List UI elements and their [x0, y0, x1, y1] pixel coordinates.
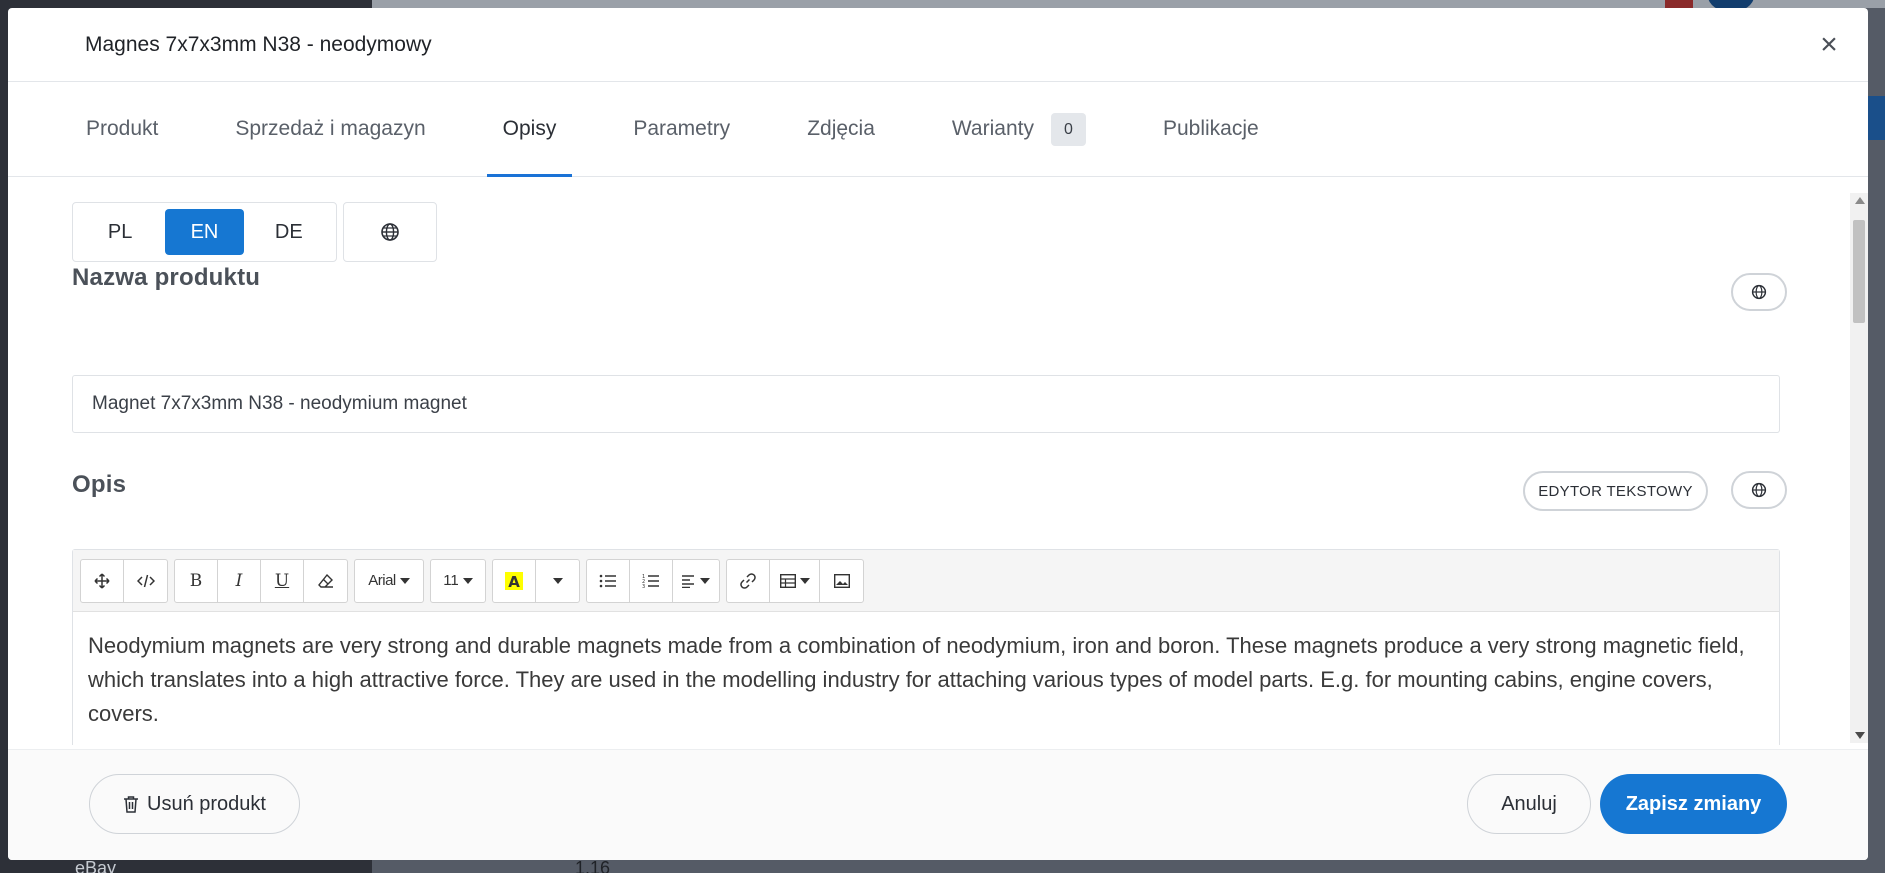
move-button[interactable] — [81, 559, 124, 602]
scroll-up-arrow-icon[interactable] — [1855, 197, 1865, 204]
save-changes-button[interactable]: Zapisz zmiany — [1600, 774, 1787, 834]
chevron-down-icon — [399, 577, 410, 584]
modal-footer: Usuń produkt Anuluj Zapisz zmiany — [8, 749, 1868, 860]
tab-label: Produkt — [86, 117, 159, 140]
tab-label: Warianty — [951, 117, 1034, 140]
color-dropdown-button[interactable] — [536, 560, 579, 602]
editor-toolbar: B I U Arial 11 A 1 2 3 — [73, 550, 1779, 612]
numbered-list-button[interactable]: 123 — [630, 559, 673, 602]
text-color-icon: A — [505, 571, 523, 590]
tab-zdjecia[interactable]: Zdjęcia — [791, 82, 891, 176]
modal-title: Magnes 7x7x3mm N38 - neodymowy — [85, 32, 432, 56]
link-button[interactable] — [727, 559, 770, 602]
underline-icon: U — [274, 570, 290, 591]
toolbar-group-paragraph: 123 — [586, 558, 720, 603]
description-text[interactable]: Neodymium magnets are very strong and du… — [73, 612, 1779, 745]
modal-header: Magnes 7x7x3mm N38 - neodymowy × — [8, 8, 1868, 82]
font-family-dropdown[interactable]: Arial — [355, 560, 423, 602]
lang-button-en[interactable]: EN — [165, 209, 244, 255]
language-switcher: PL EN DE — [72, 202, 337, 262]
toolbar-group-size: 11 — [430, 558, 486, 603]
description-heading: Opis — [72, 471, 127, 498]
lang-button-pl[interactable]: PL — [81, 209, 159, 255]
tab-bar: Produkt Sprzedaż i magazyn Opisy Paramet… — [8, 82, 1868, 177]
code-icon — [136, 574, 155, 587]
toolbar-group-font: Arial — [354, 558, 424, 603]
underline-button[interactable]: U — [261, 559, 304, 602]
tab-label: Zdjęcia — [807, 117, 875, 140]
tab-produkt[interactable]: Produkt — [70, 82, 174, 176]
toolbar-group-view — [80, 558, 168, 603]
italic-icon: I — [235, 570, 243, 591]
tab-opisy[interactable]: Opisy — [486, 82, 573, 177]
bold-button[interactable]: B — [175, 559, 218, 602]
bold-icon: B — [189, 570, 203, 591]
descriptions-panel: PL EN DE Nazwa produktu Opis EDYTOR TEKS… — [8, 178, 1848, 745]
cancel-button[interactable]: Anuluj — [1467, 774, 1591, 834]
backdrop-blue-button — [1865, 96, 1885, 140]
description-translate-button[interactable] — [1731, 471, 1787, 509]
all-languages-button[interactable] — [343, 202, 437, 262]
link-icon — [740, 572, 756, 589]
lang-button-de[interactable]: DE — [250, 209, 328, 255]
chevron-down-icon — [700, 577, 710, 584]
align-left-icon — [682, 574, 694, 588]
trash-icon — [124, 796, 139, 813]
chevron-down-icon — [552, 577, 563, 584]
italic-button[interactable]: I — [218, 559, 261, 602]
table-icon — [779, 573, 796, 588]
font-family-value: Arial — [368, 572, 396, 589]
bullet-list-icon — [599, 574, 616, 587]
delete-product-label: Usuń produkt — [147, 792, 266, 815]
close-button[interactable]: × — [1816, 28, 1842, 61]
scroll-thumb[interactable] — [1853, 220, 1865, 323]
tab-label: Parametry — [633, 117, 731, 140]
numbered-list-icon: 123 — [642, 574, 659, 589]
move-icon — [94, 572, 110, 589]
bullet-list-button[interactable] — [587, 559, 630, 602]
svg-text:A: A — [508, 573, 520, 590]
scroll-down-arrow-icon[interactable] — [1855, 732, 1865, 739]
tab-publikacje[interactable]: Publikacje — [1147, 82, 1275, 176]
product-name-heading: Nazwa produktu — [72, 264, 261, 291]
image-icon — [833, 573, 850, 588]
code-view-button[interactable] — [124, 560, 167, 602]
product-edit-modal: Magnes 7x7x3mm N38 - neodymowy × Produkt… — [8, 8, 1868, 860]
content-scrollbar[interactable] — [1850, 193, 1868, 743]
chevron-down-icon — [799, 577, 810, 584]
backdrop-bottom-left-text: eBay — [75, 858, 117, 873]
table-dropdown[interactable] — [770, 559, 820, 602]
toolbar-group-insert — [726, 558, 864, 603]
highlight-color-button[interactable]: A — [493, 559, 536, 602]
toolbar-group-format: B I U — [174, 558, 348, 603]
product-name-input[interactable] — [72, 375, 1780, 433]
globe-icon — [1751, 284, 1767, 300]
globe-icon — [1751, 482, 1767, 498]
product-name-translate-button[interactable] — [1731, 273, 1787, 311]
font-size-dropdown[interactable]: 11 — [431, 560, 485, 602]
rich-text-editor: B I U Arial 11 A 1 2 3 Neodymium magnets… — [72, 549, 1780, 745]
font-size-value: 11 — [443, 572, 459, 589]
clear-format-button[interactable] — [304, 560, 347, 602]
text-editor-button[interactable]: EDYTOR TEKSTOWY — [1523, 471, 1708, 511]
tab-parametry[interactable]: Parametry — [617, 82, 746, 176]
toolbar-group-color: A — [492, 558, 580, 603]
backdrop-bottom-value: 1,16 — [575, 858, 611, 873]
tab-sprzedaz-i-magazyn[interactable]: Sprzedaż i magazyn — [219, 82, 441, 176]
eraser-icon — [317, 573, 333, 588]
delete-product-button[interactable]: Usuń produkt — [89, 774, 300, 834]
variants-count-badge: 0 — [1050, 112, 1086, 146]
tab-label: Sprzedaż i magazyn — [235, 117, 426, 140]
globe-icon — [381, 223, 399, 241]
chevron-down-icon — [462, 577, 473, 584]
svg-text:3: 3 — [642, 584, 645, 589]
tab-warianty[interactable]: Warianty 0 — [936, 82, 1102, 176]
close-icon: × — [1820, 28, 1838, 61]
tab-label: Opisy — [502, 117, 557, 140]
align-dropdown[interactable] — [673, 560, 719, 602]
tab-label: Publikacje — [1162, 117, 1259, 140]
image-button[interactable] — [820, 560, 863, 602]
